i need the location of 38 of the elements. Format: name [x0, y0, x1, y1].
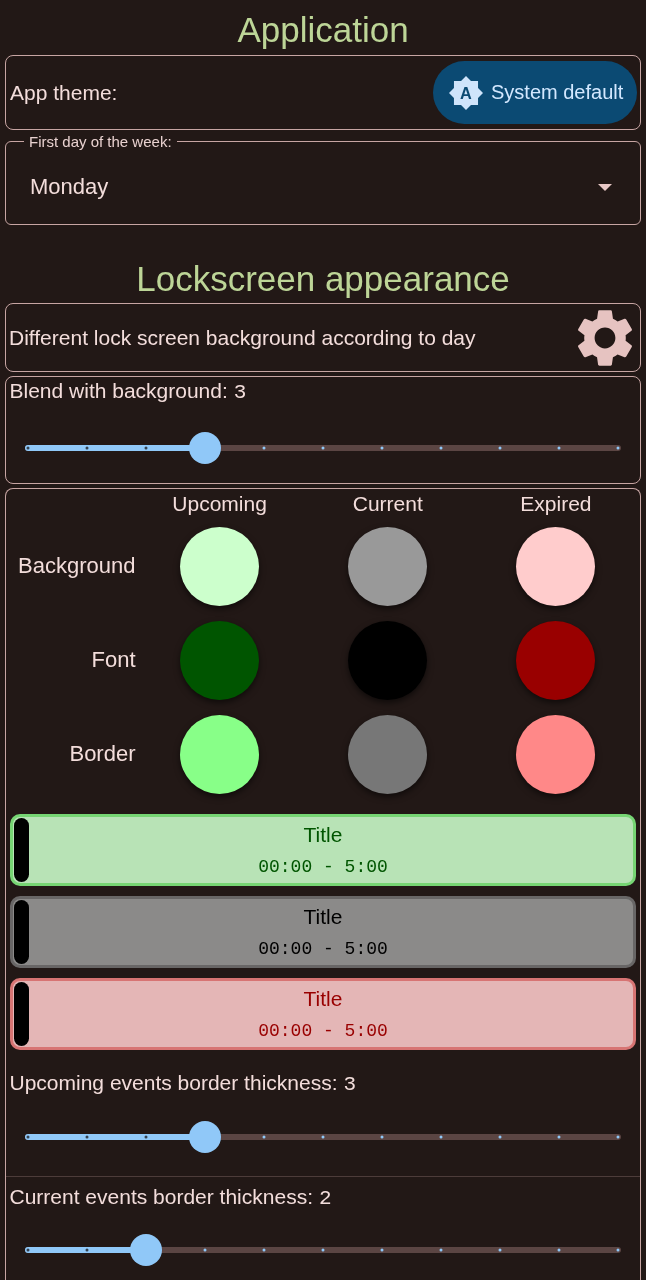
section-heading: Application: [236, 9, 410, 51]
dropdown-value: Monday: [30, 174, 109, 200]
event-time: 00:00 - 5:00: [258, 855, 388, 878]
event-title: Title: [303, 821, 343, 848]
slider-value: 3: [343, 1072, 357, 1097]
theme-label: App theme:: [10, 80, 118, 105]
row-label: Font: [91, 647, 136, 673]
column-heading: Upcoming: [172, 491, 267, 517]
slider-label: Current events border thickness:: [9, 1184, 313, 1209]
dropdown-arrow-icon: [598, 183, 612, 191]
event-side-bar: [14, 817, 29, 882]
slider-track[interactable]: [27, 1233, 618, 1266]
row-label: Border: [69, 741, 136, 767]
settings-icon[interactable]: [577, 309, 633, 366]
slider-value: 3: [233, 381, 247, 405]
column-heading: Expired: [520, 491, 592, 517]
auto-theme-icon: A: [449, 75, 483, 110]
row-label: Background: [18, 553, 136, 579]
slider-thumb[interactable]: [188, 431, 221, 464]
slider-label: Upcoming events border thickness:: [9, 1070, 338, 1095]
slider-track[interactable]: [27, 431, 618, 464]
slider-value: 2: [319, 1186, 332, 1211]
setting-label: Different lock screen background according to day: [9, 325, 476, 350]
event-time: 00:00 - 5:00: [258, 1019, 388, 1042]
event-side-bar: [14, 981, 29, 1046]
slider-label: Blend with background:: [9, 379, 228, 403]
day-dropdown[interactable]: First day of the week: Monday: [5, 133, 641, 225]
slider-track[interactable]: [27, 1120, 618, 1153]
event-side-bar: [14, 899, 29, 964]
section-heading: Lockscreen appearance: [135, 258, 511, 300]
slider-thumb[interactable]: [188, 1120, 221, 1153]
dropdown-label: First day of the week:: [28, 133, 173, 150]
event-title: Title: [303, 985, 343, 1012]
event-title: Title: [303, 903, 343, 930]
event-time: 00:00 - 5:00: [258, 937, 388, 960]
theme-button[interactable]: A System default: [433, 61, 637, 124]
column-heading: Current: [352, 491, 423, 517]
slider-thumb[interactable]: [129, 1233, 162, 1266]
